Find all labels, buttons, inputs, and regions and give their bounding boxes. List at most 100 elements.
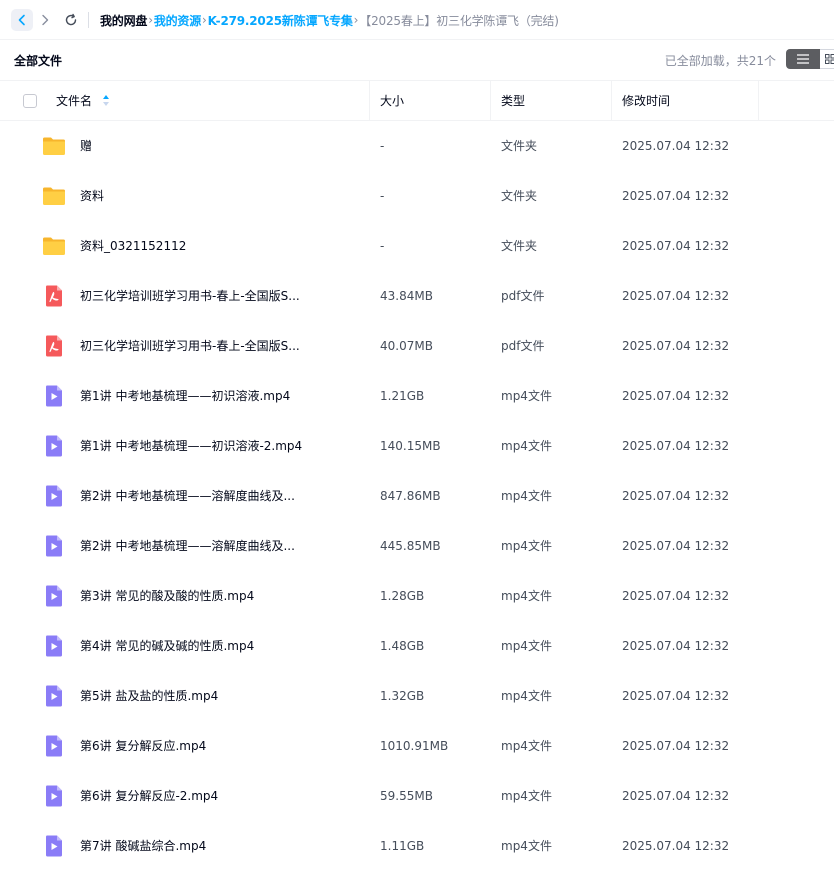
breadcrumb: 我的网盘 › 我的资源 › K-279.2025新陈谭飞专集 › 【2025春上… [100,0,559,40]
column-header-modified[interactable]: 修改时间 [622,81,670,121]
file-row[interactable]: 第1讲 中考地基梳理——初识溶液-2.mp4 140.15MB mp4文件 2025.… [0,421,834,471]
file-name[interactable]: 第6讲 复分解反应.mp4 [80,721,206,771]
column-divider [611,81,612,121]
breadcrumb-item-my-resources[interactable]: 我的资源 [154,12,201,29]
file-row[interactable]: 第2讲 中考地基梳理——溶解度曲线及... 445.85MB mp4文件 2025.0… [0,521,834,571]
video-icon [42,584,66,608]
column-divider [369,81,370,121]
breadcrumb-separator: › [202,13,207,27]
file-row[interactable]: 第6讲 复分解反应.mp4 1010.91MB mp4文件 2025.07.04 12… [0,721,834,771]
file-type: mp4文件 [501,739,552,753]
file-size: - [380,189,385,203]
file-type: mp4文件 [501,489,552,503]
file-name[interactable]: 第1讲 中考地基梳理——初识溶液.mp4 [80,371,290,421]
file-size: 1.32GB [380,689,425,703]
video-icon [42,484,66,508]
file-size: 847.86MB [380,489,441,503]
select-all-checkbox[interactable] [23,94,37,108]
file-row[interactable]: 第7讲 酸碱盐综合.mp4 1.11GB mp4文件 2025.07.04 12:32 [0,821,834,871]
file-row[interactable]: 第5讲 盐及盐的性质.mp4 1.32GB mp4文件 2025.07.04 12:3… [0,671,834,721]
nav-divider [88,12,89,28]
file-row[interactable]: 初三化学培训班学习用书-春上-全国版S... 43.84MB pdf文件 2025.0… [0,271,834,321]
file-row[interactable]: 资料 - 文件夹 2025.07.04 12:32 [0,171,834,221]
file-modified-time: 2025.07.04 12:32 [622,289,730,303]
breadcrumb-separator: › [353,13,359,27]
breadcrumb-item-current-folder: 【2025春上】初三化学陈谭飞（完结) [359,13,559,28]
file-modified-time: 2025.07.04 12:32 [622,139,730,153]
back-button[interactable] [11,9,33,31]
file-name[interactable]: 资料 [80,171,104,221]
breadcrumb-separator: › [148,13,153,27]
forward-button[interactable] [34,9,56,31]
file-row[interactable]: 初三化学培训班学习用书-春上-全国版S... 40.07MB pdf文件 2025.0… [0,321,834,371]
refresh-button[interactable] [60,9,82,31]
video-icon [42,784,66,808]
file-row[interactable]: 第3讲 常见的酸及酸的性质.mp4 1.28GB mp4文件 2025.07.04 1… [0,571,834,621]
folder-icon [42,134,66,158]
breadcrumb-item-collection[interactable]: K-279.2025新陈谭飞专集 [208,12,353,29]
file-type: mp4文件 [501,839,552,853]
refresh-icon [65,13,77,26]
file-modified-time: 2025.07.04 12:32 [622,339,730,353]
video-icon [42,634,66,658]
file-name[interactable]: 第7讲 酸碱盐综合.mp4 [80,821,206,871]
file-name[interactable]: 第1讲 中考地基梳理——初识溶液-2.mp4 [80,421,302,471]
file-name[interactable]: 第6讲 复分解反应-2.mp4 [80,771,218,821]
file-modified-time: 2025.07.04 12:32 [622,739,730,753]
file-name[interactable]: 资料_0321152112 [80,221,186,271]
column-divider [490,81,491,121]
file-name[interactable]: 赠 [80,121,92,171]
file-modified-time: 2025.07.04 12:32 [622,589,730,603]
list-view-button[interactable] [786,49,820,69]
file-row[interactable]: 第2讲 中考地基梳理——溶解度曲线及... 847.86MB mp4文件 2025.0… [0,471,834,521]
pdf-icon [42,334,66,358]
file-type: 文件夹 [501,189,538,203]
file-table-header: 文件名 大小 类型 修改时间 [0,80,834,121]
file-type: pdf文件 [501,339,545,353]
sort-ascending-icon[interactable] [103,95,109,106]
file-row[interactable]: 第4讲 常见的碱及碱的性质.mp4 1.48GB mp4文件 2025.07.04 1… [0,621,834,671]
folder-icon [42,234,66,258]
chevron-left-icon [18,14,25,26]
file-modified-time: 2025.07.04 12:32 [622,489,730,503]
file-size: 445.85MB [380,539,441,553]
file-type: mp4文件 [501,789,552,803]
file-row[interactable]: 第1讲 中考地基梳理——初识溶液.mp4 1.21GB mp4文件 2025.07.0… [0,371,834,421]
column-header-name[interactable]: 文件名 [56,81,92,121]
file-name[interactable]: 第3讲 常见的酸及酸的性质.mp4 [80,571,254,621]
video-icon [42,534,66,558]
file-name[interactable]: 第5讲 盐及盐的性质.mp4 [80,671,218,721]
file-modified-time: 2025.07.04 12:32 [622,439,730,453]
file-name[interactable]: 第2讲 中考地基梳理——溶解度曲线及... [80,471,295,521]
file-size: 59.55MB [380,789,433,803]
file-size: 40.07MB [380,339,433,353]
grid-view-button[interactable] [820,49,834,69]
file-row[interactable]: 第6讲 复分解反应-2.mp4 59.55MB mp4文件 2025.07.04 12… [0,771,834,821]
video-icon [42,684,66,708]
file-size: 140.15MB [380,439,441,453]
column-divider [758,81,759,121]
file-name[interactable]: 初三化学培训班学习用书-春上-全国版S... [80,321,300,371]
breadcrumb-item-my-drive[interactable]: 我的网盘 [100,12,147,29]
file-name[interactable]: 初三化学培训班学习用书-春上-全国版S... [80,271,300,321]
video-icon [42,434,66,458]
file-row[interactable]: 资料_0321152112 - 文件夹 2025.07.04 12:32 [0,221,834,271]
load-status-text: 已全部加载，共21个 [664,54,776,68]
file-size: - [380,139,385,153]
file-size: 1.11GB [380,839,425,853]
file-size: 1010.91MB [380,739,449,753]
file-name[interactable]: 第2讲 中考地基梳理——溶解度曲线及... [80,521,295,571]
list-icon [797,54,809,64]
column-header-size[interactable]: 大小 [380,81,404,121]
file-size: - [380,239,385,253]
file-type: 文件夹 [501,239,538,253]
grid-icon [824,54,834,64]
column-header-type[interactable]: 类型 [501,81,525,121]
file-type: mp4文件 [501,639,552,653]
file-name[interactable]: 第4讲 常见的碱及碱的性质.mp4 [80,621,254,671]
top-navigation-bar: 我的网盘 › 我的资源 › K-279.2025新陈谭飞专集 › 【2025春上… [0,0,834,40]
file-modified-time: 2025.07.04 12:32 [622,539,730,553]
file-type: mp4文件 [501,589,552,603]
file-list: 赠 - 文件夹 2025.07.04 12:32 资料 - 文件夹 2025.07.04 12… [0,121,834,871]
file-row[interactable]: 赠 - 文件夹 2025.07.04 12:32 [0,121,834,171]
